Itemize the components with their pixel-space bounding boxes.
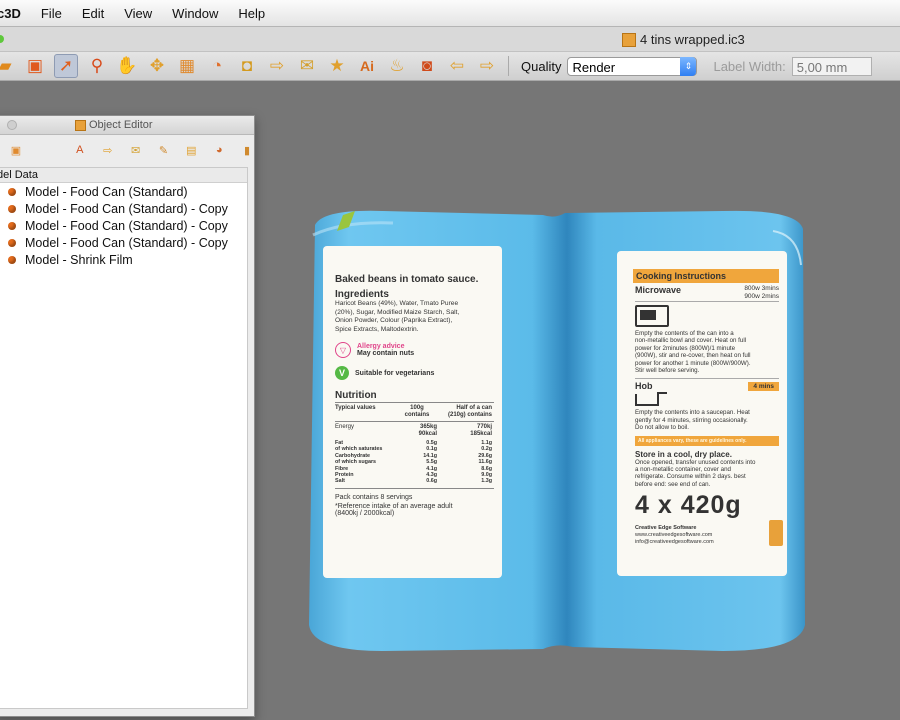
microwave-row: Microwave 800w 3mins 900w 2mins xyxy=(635,285,779,302)
product-name: Baked beans in tomato sauce. xyxy=(335,274,479,285)
tree-item-food-can[interactable]: Model - Food Can (Standard) xyxy=(0,183,247,200)
tree-item-shrink-film[interactable]: Model - Shrink Film xyxy=(0,251,247,268)
tree-item-food-can-copy-2[interactable]: Model - Food Can (Standard) - Copy xyxy=(0,217,247,234)
add-picture-icon[interactable]: ✉ xyxy=(129,143,143,157)
camera-icon[interactable]: ◙ xyxy=(416,55,438,77)
reference-intake-values: (8400kj / 2000kcal) xyxy=(335,509,395,517)
undo-icon[interactable]: ⇦ xyxy=(446,55,468,77)
save-icon[interactable]: ▣ xyxy=(24,55,46,77)
document-icon xyxy=(622,32,636,47)
menu-view[interactable]: View xyxy=(114,6,162,21)
reference-intake: *Reference intake of an average adult xyxy=(335,502,453,510)
model-tree: del Data Model - Food Can (Standard) Mod… xyxy=(0,167,248,709)
close-panel-button[interactable] xyxy=(7,120,17,130)
microwave-icon xyxy=(635,305,669,327)
move-icon[interactable]: ✥ xyxy=(146,55,168,77)
cooking-title: Cooking Instructions xyxy=(633,269,779,283)
tree-item-food-can-copy-1[interactable]: Model - Food Can (Standard) - Copy xyxy=(0,200,247,217)
hob-row: Hob 4 mins xyxy=(635,378,779,391)
menu-help[interactable]: Help xyxy=(228,6,275,21)
fit-view-icon[interactable]: ◘ xyxy=(236,55,258,77)
quality-label: Quality xyxy=(521,58,562,74)
quality-select[interactable]: Render ⇕ xyxy=(567,56,698,76)
delete-icon[interactable]: ▮ xyxy=(240,143,254,157)
nutrition-label: Baked beans in tomato sauce. Ingredients… xyxy=(323,246,502,578)
zoom-window-button[interactable] xyxy=(0,35,4,43)
company-logo-icon xyxy=(769,520,783,547)
photoshop-icon[interactable]: ♨ xyxy=(386,55,408,77)
model-data-header: del Data xyxy=(0,168,247,183)
pack-servings: Pack contains 8 servings xyxy=(335,493,413,501)
add-shape-icon[interactable]: ◕ xyxy=(212,143,226,157)
pack-weight: 4 x 420g xyxy=(635,491,742,520)
chevron-updown-icon: ⇕ xyxy=(680,56,697,76)
add-arrow-icon[interactable]: ⇨ xyxy=(101,143,115,157)
ingredients-text: Haricot Beans (49%), Water, Tmato Puree … xyxy=(335,300,460,333)
model-node-icon xyxy=(8,238,16,247)
menu-window[interactable]: Window xyxy=(162,6,228,21)
label-width-label: Label Width: xyxy=(713,58,786,74)
object-editor-panel: Object Editor ▣ A ⇨ ✉ ✎ ▤ ◕ ▮ del Data M… xyxy=(0,115,255,717)
menu-bar: c3D File Edit View Window Help xyxy=(0,0,900,27)
ai-icon[interactable]: Ai xyxy=(356,55,378,77)
cooking-label: Cooking Instructions Microwave 800w 3min… xyxy=(617,251,787,576)
guideline-banner: All appliances vary, these are guideline… xyxy=(635,435,779,446)
allergy-advice: ▽ Allergy advice May contain nuts xyxy=(335,342,494,358)
hob-icon xyxy=(635,392,667,407)
window-titlebar: 4 tins wrapped.ic3 xyxy=(0,27,900,52)
zoom-icon[interactable]: ⚲ xyxy=(86,55,108,77)
nutrition-title: Nutrition xyxy=(335,390,494,403)
rotate-icon[interactable]: ◔ xyxy=(206,55,228,77)
allergy-icon: ▽ xyxy=(335,342,351,358)
model-node-icon xyxy=(8,255,16,264)
add-image-icon[interactable]: ▣ xyxy=(9,143,23,157)
star-icon[interactable]: ★ xyxy=(326,55,348,77)
storage-instructions: Once opened, transfer unused contents in… xyxy=(635,458,756,488)
tree-item-food-can-copy-3[interactable]: Model - Food Can (Standard) - Copy xyxy=(0,234,247,251)
add-tool-icon[interactable]: ✎ xyxy=(157,143,171,157)
image-icon[interactable]: ✉ xyxy=(296,55,318,77)
model-node-icon xyxy=(8,221,16,230)
label-width-field[interactable]: 5,00 mm xyxy=(791,56,872,76)
object-editor-titlebar[interactable]: Object Editor xyxy=(0,116,254,135)
nutrition-row: Salt 0.6g 1.3g xyxy=(335,478,492,485)
export-icon[interactable]: ⇨ xyxy=(266,55,288,77)
nutrition-rows: Fat 0.5g 1.1g of which saturates 0.1g 0.2g Car… xyxy=(335,440,494,489)
object-editor-toolbar: ▣ A ⇨ ✉ ✎ ▤ ◕ ▮ xyxy=(0,135,254,165)
open-folder-icon[interactable]: ▰ xyxy=(0,55,16,77)
storage-title: Store in a cool, dry place. xyxy=(635,449,732,459)
add-text-icon[interactable]: A xyxy=(73,143,87,157)
object-editor-title: Object Editor xyxy=(75,119,153,131)
window-title: 4 tins wrapped.ic3 xyxy=(622,32,745,47)
vegetarian-icon: V xyxy=(335,366,349,380)
vegetarian-badge: V Suitable for vegetarians xyxy=(335,366,494,380)
menu-edit[interactable]: Edit xyxy=(72,6,114,21)
frame-icon[interactable]: ▦ xyxy=(176,55,198,77)
toolbar-separator xyxy=(508,56,509,76)
hob-instructions: Empty the contents into a saucepan. Heat… xyxy=(635,409,750,432)
nutrition-header: Typical values 100g contains Half of a ca… xyxy=(335,403,494,422)
microwave-instructions: Empty the contents of the can into a non… xyxy=(635,330,751,375)
model-node-icon xyxy=(8,187,16,196)
menu-file[interactable]: File xyxy=(31,6,72,21)
energy-row: Energy 365kg 90kcal 770kj 185kcal xyxy=(335,424,492,437)
document-icon xyxy=(75,119,86,131)
model-node-icon xyxy=(8,204,16,213)
ingredients-title: Ingredients xyxy=(335,289,389,300)
quality-select-value: Render xyxy=(572,59,616,75)
add-box-icon[interactable]: ▤ xyxy=(184,143,198,157)
main-toolbar: ▰ ▣ ➚ ⚲ ✋ ✥ ▦ ◔ ◘ ⇨ ✉ ★ Ai ♨ ◙ ⇦ ⇨ Quali… xyxy=(0,52,900,81)
redo-icon[interactable]: ⇨ xyxy=(476,55,498,77)
pan-hand-icon[interactable]: ✋ xyxy=(116,55,138,77)
pointer-icon[interactable]: ➚ xyxy=(54,54,78,78)
app-menu[interactable]: c3D xyxy=(0,6,31,21)
company-block: Creative Edge Software www.creativeedges… xyxy=(635,520,783,547)
